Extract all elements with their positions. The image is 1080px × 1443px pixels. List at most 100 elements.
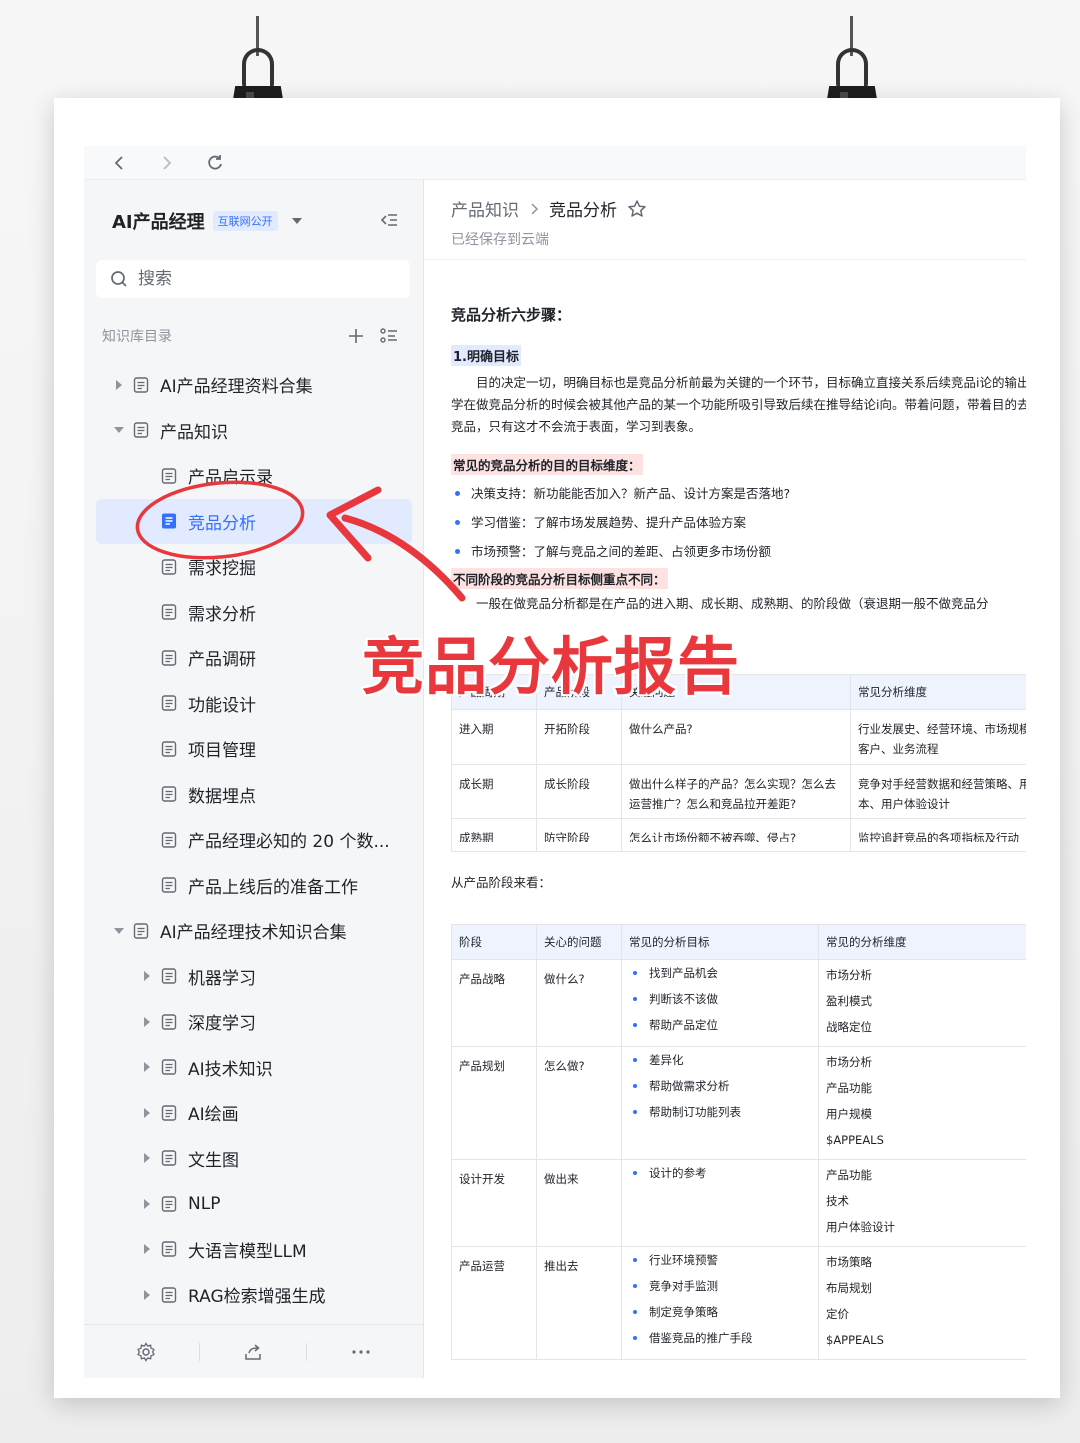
- caret-down-icon[interactable]: [291, 218, 302, 224]
- sidebar-item[interactable]: 机器学习: [84, 954, 424, 1000]
- goal-list: 行业环境预警 竞争对手监测 制定竞争策略 借鉴竞品的推广手段: [629, 1247, 811, 1351]
- search-box[interactable]: [96, 260, 410, 298]
- table-cell-text: 防守阶段: [544, 831, 590, 842]
- sidebar-item[interactable]: 深度学习: [84, 999, 424, 1045]
- back-button[interactable]: [108, 152, 130, 174]
- table-cell: 竞争对手经营数据和经营策略、用户规模、研发技术成本、用户体验设计: [850, 764, 1026, 819]
- sidebar-item[interactable]: RAG检索增强生成: [84, 1272, 424, 1318]
- dimension-item: 用户规模: [826, 1107, 872, 1121]
- sidebar-item[interactable]: 产品上线后的准备工作: [84, 863, 424, 909]
- sidebar-item[interactable]: 产品启示录: [84, 453, 424, 499]
- sidebar-item-label: 产品经理必知的 20 个数...: [188, 832, 390, 853]
- sidebar-item[interactable]: AI产品经理技术知识合集: [84, 908, 424, 954]
- table-cell: 产品运营: [451, 1246, 537, 1360]
- document-icon: [160, 1058, 178, 1076]
- caret-right-icon[interactable]: [140, 1242, 154, 1256]
- sidebar-footer: [84, 1324, 423, 1378]
- sidebar-item[interactable]: 产品经理必知的 20 个数...: [84, 817, 424, 863]
- caret-right-icon[interactable]: [140, 1015, 154, 1029]
- chevron-left-icon: [114, 155, 123, 170]
- directory-header: 知识库目录: [102, 326, 399, 346]
- sidebar-item[interactable]: 需求挖掘: [84, 544, 424, 590]
- highlight-heading: 不同阶段的竞品分析目标侧重点不同：: [451, 568, 668, 589]
- sidebar-item[interactable]: AI绘画: [84, 1090, 424, 1136]
- table-cell: 做什么产品?: [621, 709, 851, 765]
- sidebar-item[interactable]: AI技术知识: [84, 1045, 424, 1091]
- dimension-item: 盈利模式: [826, 994, 872, 1008]
- sidebar-item[interactable]: NLP: [84, 1181, 424, 1227]
- table-cell: 找到产品机会 判断该不该做 帮助产品定位: [621, 959, 819, 1047]
- document-icon: [160, 603, 178, 621]
- chevron-right-icon: [531, 202, 539, 215]
- table-cell-text: 设计开发: [459, 1172, 505, 1186]
- plus-icon[interactable]: [347, 327, 365, 345]
- refresh-button[interactable]: [204, 152, 226, 174]
- share-icon[interactable]: [243, 1342, 263, 1362]
- table-row: 产品规划 怎么做? 差异化 帮助做需求分析 帮助制订功能列表 市场分析 产品功能 用户规模 $A…: [451, 1046, 1026, 1160]
- more-icon[interactable]: [350, 1342, 372, 1362]
- forward-button[interactable]: [156, 152, 178, 174]
- table-cell: 推出去: [536, 1246, 622, 1360]
- dimension-item: 产品功能: [826, 1081, 872, 1095]
- table-cell: 行业环境预警 竞争对手监测 制定竞争策略 借鉴竞品的推广手段: [621, 1246, 819, 1360]
- table-cell: 成熟期: [451, 818, 537, 852]
- table-cell-text: 怎么让市场份额不被吞噬、侵占?: [629, 831, 797, 842]
- caret-right-icon[interactable]: [112, 378, 126, 392]
- table-cell-text: 做出来: [544, 1172, 579, 1186]
- dimension-item: $APPEALS: [826, 1133, 884, 1147]
- caret-right-icon[interactable]: [140, 1151, 154, 1165]
- sidebar-item[interactable]: AI产品经理资料合集: [84, 362, 424, 408]
- directory-label: 知识库目录: [102, 329, 172, 345]
- table-cell-text: 产品规划: [459, 1059, 505, 1073]
- table-cell: 市场分析 盈利模式 战略定位: [818, 959, 1026, 1047]
- document-icon: [160, 694, 178, 712]
- sidebar-item[interactable]: 产品知识: [84, 408, 424, 454]
- save-status: 已经保存到云端: [451, 232, 549, 248]
- directory-tree: AI产品经理资料合集 产品知识 产品启示录 竞品分析 需求挖掘 需求分析 产品调研 功能设计项…: [84, 362, 424, 1318]
- table-cell: 做出来: [536, 1159, 622, 1247]
- goal-list-item: 设计的参考: [629, 1160, 811, 1186]
- table-cell: 开拓阶段: [536, 709, 622, 765]
- table-cell: 市场策略 布局规划 定价 $APPEALS: [818, 1246, 1026, 1360]
- table-cell-text: 成长阶段: [544, 777, 590, 791]
- goal-list-item: 帮助做需求分析: [629, 1073, 811, 1099]
- caret-down-icon[interactable]: [112, 423, 126, 437]
- sidebar-item[interactable]: 项目管理: [84, 726, 424, 772]
- document-icon: [160, 876, 178, 894]
- sidebar-item-label: AI绘画: [188, 1105, 239, 1126]
- caret-right-icon[interactable]: [140, 1288, 154, 1302]
- goal-list-item: 竞争对手监测: [629, 1273, 811, 1299]
- kb-header[interactable]: AI产品经理 互联网公开: [112, 208, 302, 234]
- star-icon[interactable]: [627, 199, 647, 219]
- sidebar-item[interactable]: 竞品分析: [96, 498, 412, 544]
- caret-down-icon[interactable]: [112, 924, 126, 938]
- sidebar-item-label: AI技术知识: [188, 1059, 273, 1080]
- caret-right-icon[interactable]: [140, 1197, 154, 1211]
- collapse-sidebar-button[interactable]: [379, 210, 399, 230]
- overlay-caption: 竞品分析报告: [361, 629, 741, 704]
- sidebar-item[interactable]: 数据埋点: [84, 772, 424, 818]
- table-cell: 做什么?: [536, 959, 622, 1047]
- table-cell: 产品功能 技术 用户体验设计: [818, 1159, 1026, 1247]
- outline-list-icon[interactable]: [379, 326, 399, 346]
- settings-gear-icon[interactable]: [136, 1341, 156, 1362]
- dimension-item: 产品功能: [826, 1168, 872, 1182]
- search-icon: [111, 271, 127, 287]
- browser-toolbar: [84, 146, 1026, 180]
- caret-right-icon[interactable]: [140, 1106, 154, 1120]
- breadcrumb-parent[interactable]: 产品知识: [451, 196, 519, 221]
- goal-bullets: 决策支持：新功能能否加入？新产品、设计方案是否落地? 学习借鉴：了解市场发展趋势、…: [451, 479, 1026, 566]
- search-input[interactable]: [138, 269, 378, 289]
- caret-right-icon[interactable]: [140, 969, 154, 983]
- sidebar-item[interactable]: 文生图: [84, 1136, 424, 1182]
- caret-right-icon[interactable]: [140, 1060, 154, 1074]
- goal-list: 差异化 帮助做需求分析 帮助制订功能列表: [629, 1047, 811, 1125]
- table-row: 进入期 开拓阶段 做什么产品? 行业发展史、经营环境、市场规模、产品发展史、目标客户、…: [451, 709, 1026, 765]
- table-cell-text: 做什么产品?: [629, 722, 693, 736]
- dimension-item: 技术: [826, 1194, 849, 1208]
- sidebar-item[interactable]: 大语言模型LLM: [84, 1227, 424, 1273]
